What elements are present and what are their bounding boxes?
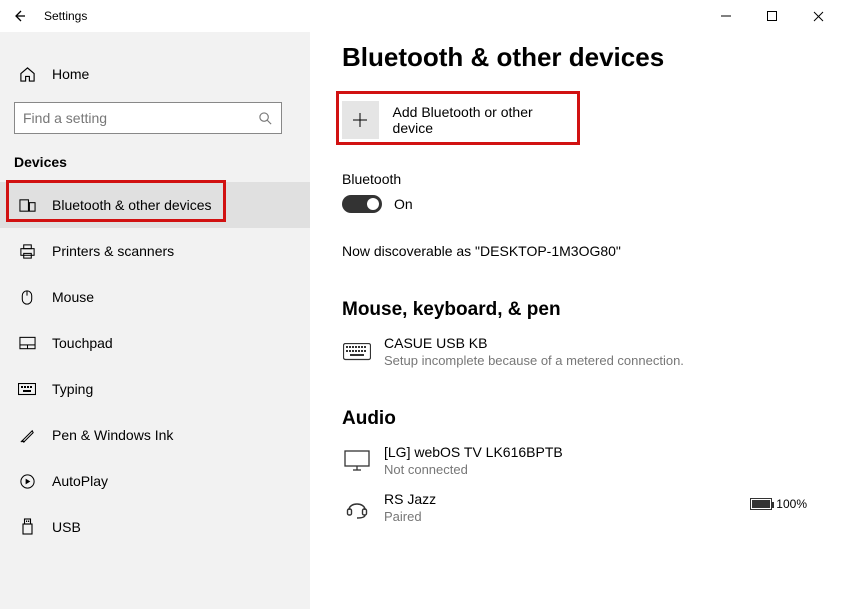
discoverable-text: Now discoverable as "DESKTOP-1M3OG80" xyxy=(342,243,821,259)
autoplay-icon xyxy=(18,472,36,490)
device-headset[interactable]: RS Jazz Paired 100% xyxy=(342,491,821,524)
sidebar-item-printers[interactable]: Printers & scanners xyxy=(0,228,310,274)
minimize-button[interactable] xyxy=(703,0,749,32)
home-icon xyxy=(18,65,36,83)
device-name: [LG] webOS TV LK616BPTB xyxy=(384,444,563,460)
usb-icon xyxy=(18,518,36,536)
maximize-button[interactable] xyxy=(749,0,795,32)
sidebar-item-autoplay[interactable]: AutoPlay xyxy=(0,458,310,504)
nav-home[interactable]: Home xyxy=(0,54,310,94)
page-title: Bluetooth & other devices xyxy=(342,42,821,73)
pen-icon xyxy=(18,426,36,444)
battery-percent: 100% xyxy=(776,497,807,511)
toggle-state-label: On xyxy=(394,196,413,212)
app-title: Settings xyxy=(44,9,87,23)
bluetooth-section-label: Bluetooth xyxy=(342,171,821,187)
headset-icon xyxy=(342,493,372,523)
device-status: Setup incomplete because of a metered co… xyxy=(384,353,684,368)
sidebar-item-typing[interactable]: Typing xyxy=(0,366,310,412)
monitor-icon xyxy=(342,446,372,476)
sidebar-item-label: Pen & Windows Ink xyxy=(52,427,173,443)
device-name: RS Jazz xyxy=(384,491,436,507)
sidebar-section-label: Devices xyxy=(0,146,310,182)
device-name: CASUE USB KB xyxy=(384,335,684,351)
sidebar-item-label: Typing xyxy=(52,381,93,397)
touchpad-icon xyxy=(18,334,36,352)
search-icon xyxy=(258,111,273,126)
battery-icon xyxy=(750,498,772,510)
sidebar: Home Devices Bluetooth & other devices xyxy=(0,32,310,609)
audio-heading: Audio xyxy=(342,408,821,430)
close-button[interactable] xyxy=(795,0,841,32)
keyboard-icon xyxy=(18,380,36,398)
main-content: Bluetooth & other devices Add Bluetooth … xyxy=(310,32,841,609)
sidebar-item-bluetooth[interactable]: Bluetooth & other devices xyxy=(0,182,310,228)
search-field[interactable] xyxy=(23,110,258,126)
sidebar-item-label: Mouse xyxy=(52,289,94,305)
sidebar-item-label: Bluetooth & other devices xyxy=(52,197,212,213)
devices-icon xyxy=(18,196,36,214)
sidebar-item-usb[interactable]: USB xyxy=(0,504,310,550)
nav-home-label: Home xyxy=(52,66,89,82)
sidebar-item-label: Touchpad xyxy=(52,335,113,351)
sidebar-item-label: AutoPlay xyxy=(52,473,108,489)
device-keyboard[interactable]: CASUE USB KB Setup incomplete because of… xyxy=(342,335,821,368)
bluetooth-toggle[interactable] xyxy=(342,195,382,213)
device-status: Paired xyxy=(384,509,436,524)
titlebar: Settings xyxy=(0,0,841,32)
mouse-icon xyxy=(18,288,36,306)
sidebar-item-label: Printers & scanners xyxy=(52,243,174,259)
plus-icon xyxy=(342,101,379,139)
printer-icon xyxy=(18,242,36,260)
device-tv[interactable]: [LG] webOS TV LK616BPTB Not connected xyxy=(342,444,821,477)
add-device-label: Add Bluetooth or other device xyxy=(393,104,570,136)
sidebar-item-touchpad[interactable]: Touchpad xyxy=(0,320,310,366)
search-input[interactable] xyxy=(14,102,282,134)
sidebar-item-mouse[interactable]: Mouse xyxy=(0,274,310,320)
add-device-button[interactable]: Add Bluetooth or other device xyxy=(342,101,570,139)
device-status: Not connected xyxy=(384,462,563,477)
back-button[interactable] xyxy=(12,9,26,23)
battery-indicator: 100% xyxy=(750,497,807,511)
mouse-keyboard-heading: Mouse, keyboard, & pen xyxy=(342,299,821,321)
keyboard-icon xyxy=(342,337,372,367)
sidebar-item-label: USB xyxy=(52,519,81,535)
sidebar-item-pen[interactable]: Pen & Windows Ink xyxy=(0,412,310,458)
